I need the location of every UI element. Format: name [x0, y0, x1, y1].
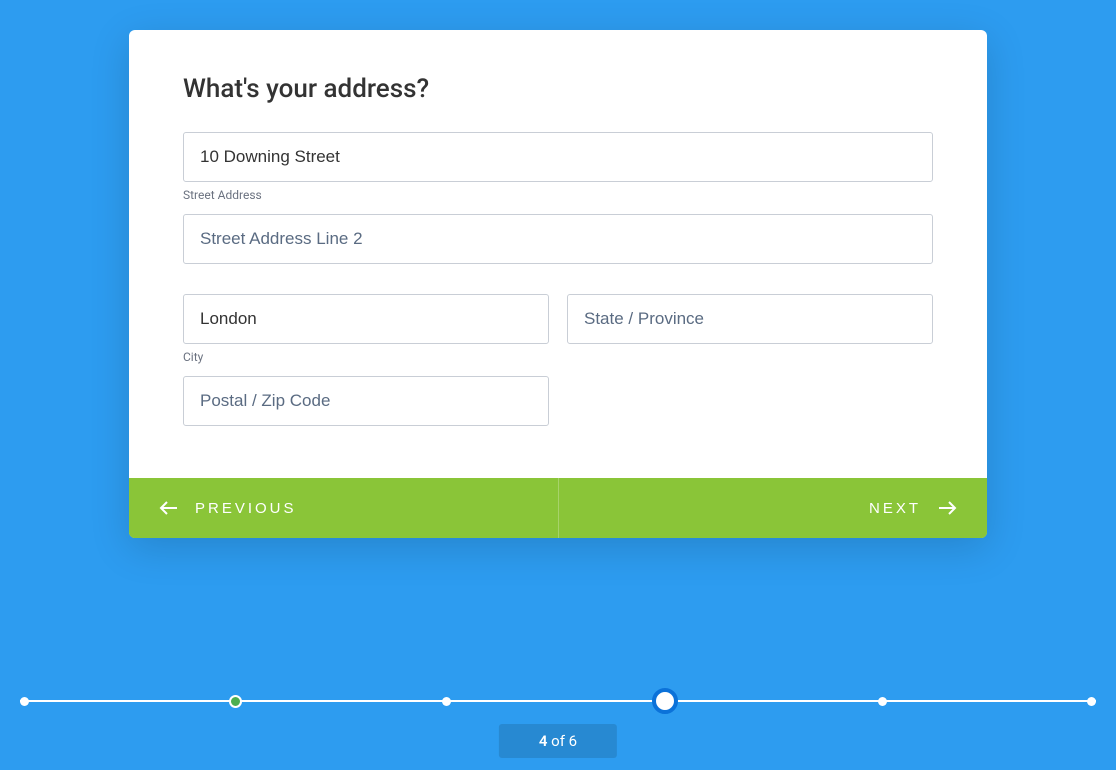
state-group — [567, 294, 933, 364]
progress-step-3[interactable] — [442, 697, 451, 706]
city-state-row: City — [183, 294, 933, 376]
card-body: What's your address? Street Address City — [129, 30, 987, 478]
progress-track — [20, 700, 1096, 702]
progress-total: 6 — [569, 732, 577, 750]
postal-row — [183, 376, 933, 438]
form-card: What's your address? Street Address City — [129, 30, 987, 538]
progress-of: of — [547, 732, 568, 750]
street-address-label: Street Address — [183, 188, 933, 202]
progress-step-6[interactable] — [1087, 697, 1096, 706]
progress-step-2[interactable] — [229, 695, 242, 708]
state-input[interactable] — [567, 294, 933, 344]
card-footer: Previous Next — [129, 478, 987, 538]
progress-indicator: 4 of 6 — [499, 724, 617, 758]
previous-button[interactable]: Previous — [129, 478, 559, 538]
previous-button-label: Previous — [195, 500, 297, 517]
city-input[interactable] — [183, 294, 549, 344]
progress-step-4[interactable] — [652, 688, 678, 714]
progress-step-1[interactable] — [20, 697, 29, 706]
city-label: City — [183, 350, 549, 364]
arrow-left-icon — [159, 501, 179, 515]
next-button[interactable]: Next — [559, 478, 988, 538]
progress-current: 4 — [539, 732, 548, 750]
postal-input[interactable] — [183, 376, 549, 426]
spacer — [183, 276, 933, 294]
street-address-input[interactable] — [183, 132, 933, 182]
page-title: What's your address? — [183, 74, 933, 104]
next-button-label: Next — [869, 500, 921, 517]
empty-col — [567, 376, 933, 438]
street-group: Street Address — [183, 132, 933, 202]
street2-group — [183, 214, 933, 264]
postal-group — [183, 376, 549, 426]
arrow-right-icon — [937, 501, 957, 515]
street-address-line2-input[interactable] — [183, 214, 933, 264]
progress-step-5[interactable] — [878, 697, 887, 706]
city-group: City — [183, 294, 549, 364]
